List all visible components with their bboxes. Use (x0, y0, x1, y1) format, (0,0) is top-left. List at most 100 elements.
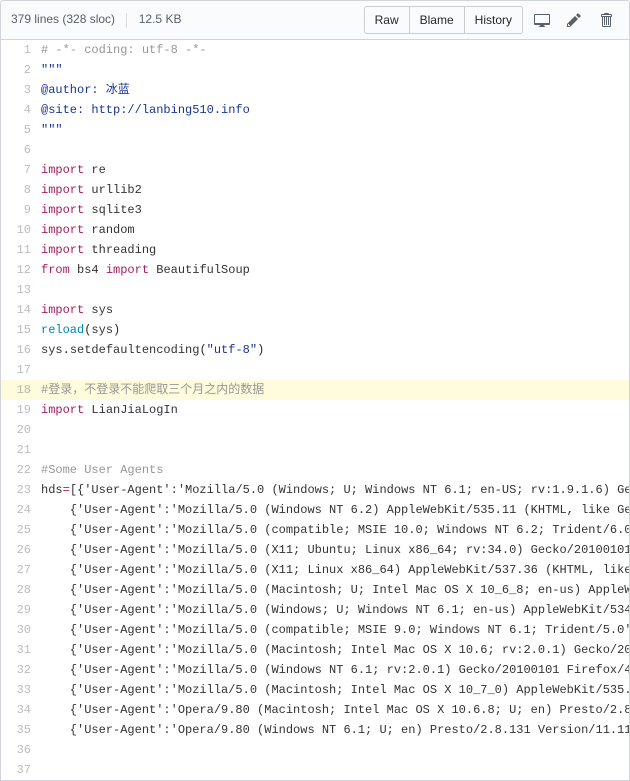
line-number[interactable]: 11 (1, 240, 41, 260)
code-row: 27 {'User-Agent':'Mozilla/5.0 (X11; Linu… (1, 560, 630, 580)
code-row: 30 {'User-Agent':'Mozilla/5.0 (compatibl… (1, 620, 630, 640)
line-number[interactable]: 35 (1, 720, 41, 740)
code-line[interactable]: hds=[{'User-Agent':'Mozilla/5.0 (Windows… (41, 480, 630, 500)
line-number[interactable]: 31 (1, 640, 41, 660)
line-number[interactable]: 1 (1, 40, 41, 60)
code-line[interactable]: import random (41, 220, 630, 240)
line-number[interactable]: 9 (1, 200, 41, 220)
line-number[interactable]: 16 (1, 340, 41, 360)
line-number[interactable]: 28 (1, 580, 41, 600)
line-number[interactable]: 18 (1, 380, 41, 400)
line-number[interactable]: 13 (1, 280, 41, 300)
line-number[interactable]: 21 (1, 440, 41, 460)
code-line[interactable]: {'User-Agent':'Opera/9.80 (Windows NT 6.… (41, 720, 630, 740)
line-number[interactable]: 32 (1, 660, 41, 680)
code-line[interactable]: {'User-Agent':'Mozilla/5.0 (X11; Ubuntu;… (41, 540, 630, 560)
line-number[interactable]: 10 (1, 220, 41, 240)
pencil-icon[interactable] (561, 7, 587, 33)
code-line[interactable]: reload(sys) (41, 320, 630, 340)
code-row: 37 (1, 760, 630, 780)
code-row: 5""" (1, 120, 630, 140)
code-line[interactable] (41, 760, 630, 780)
line-number[interactable]: 8 (1, 180, 41, 200)
line-number[interactable]: 37 (1, 760, 41, 780)
code-row: 36 (1, 740, 630, 760)
line-number[interactable]: 24 (1, 500, 41, 520)
code-line[interactable]: import urllib2 (41, 180, 630, 200)
code-row: 22#Some User Agents (1, 460, 630, 480)
code-line[interactable]: {'User-Agent':'Mozilla/5.0 (Macintosh; I… (41, 640, 630, 660)
code-line[interactable]: import sqlite3 (41, 200, 630, 220)
code-line[interactable] (41, 440, 630, 460)
code-line[interactable]: #Some User Agents (41, 460, 630, 480)
code-line[interactable]: import threading (41, 240, 630, 260)
line-number[interactable]: 33 (1, 680, 41, 700)
code-row: 2""" (1, 60, 630, 80)
code-row: 1# -*- coding: utf-8 -*- (1, 40, 630, 60)
file-actions: Raw Blame History (364, 6, 619, 34)
code-row: 26 {'User-Agent':'Mozilla/5.0 (X11; Ubun… (1, 540, 630, 560)
code-line[interactable]: {'User-Agent':'Mozilla/5.0 (compatible; … (41, 620, 630, 640)
code-area: 1# -*- coding: utf-8 -*-2"""3@author: 冰蓝… (0, 40, 630, 781)
desktop-icon[interactable] (529, 7, 555, 33)
line-number[interactable]: 34 (1, 700, 41, 720)
line-number[interactable]: 27 (1, 560, 41, 580)
code-line[interactable]: import sys (41, 300, 630, 320)
line-number[interactable]: 25 (1, 520, 41, 540)
code-line[interactable]: # -*- coding: utf-8 -*- (41, 40, 630, 60)
history-button[interactable]: History (464, 6, 523, 34)
code-line[interactable]: {'User-Agent':'Mozilla/5.0 (Macintosh; I… (41, 680, 630, 700)
code-line[interactable] (41, 740, 630, 760)
trash-icon[interactable] (593, 7, 619, 33)
code-line[interactable]: import LianJiaLogIn (41, 400, 630, 420)
line-count: 379 lines (328 sloc) (11, 12, 115, 26)
blame-button[interactable]: Blame (410, 6, 464, 34)
code-line[interactable]: {'User-Agent':'Mozilla/5.0 (Windows NT 6… (41, 660, 630, 680)
line-number[interactable]: 19 (1, 400, 41, 420)
code-line[interactable] (41, 420, 630, 440)
code-row: 13 (1, 280, 630, 300)
raw-button[interactable]: Raw (364, 6, 410, 34)
line-number[interactable]: 6 (1, 140, 41, 160)
line-number[interactable]: 26 (1, 540, 41, 560)
line-number[interactable]: 14 (1, 300, 41, 320)
line-number[interactable]: 15 (1, 320, 41, 340)
code-row: 11import threading (1, 240, 630, 260)
line-number[interactable]: 5 (1, 120, 41, 140)
code-row: 21 (1, 440, 630, 460)
code-line[interactable] (41, 280, 630, 300)
code-row: 17 (1, 360, 630, 380)
code-line[interactable]: {'User-Agent':'Mozilla/5.0 (Windows NT 6… (41, 500, 630, 520)
code-line[interactable]: #登录，不登录不能爬取三个月之内的数据 (41, 380, 630, 400)
code-line[interactable]: """ (41, 120, 630, 140)
line-number[interactable]: 17 (1, 360, 41, 380)
line-number[interactable]: 12 (1, 260, 41, 280)
line-number[interactable]: 3 (1, 80, 41, 100)
line-number[interactable]: 30 (1, 620, 41, 640)
code-line[interactable] (41, 140, 630, 160)
code-line[interactable]: from bs4 import BeautifulSoup (41, 260, 630, 280)
line-number[interactable]: 20 (1, 420, 41, 440)
line-number[interactable]: 29 (1, 600, 41, 620)
line-number[interactable]: 36 (1, 740, 41, 760)
line-number[interactable]: 4 (1, 100, 41, 120)
code-row: 20 (1, 420, 630, 440)
code-row: 7import re (1, 160, 630, 180)
code-line[interactable] (41, 360, 630, 380)
code-line[interactable]: {'User-Agent':'Mozilla/5.0 (Macintosh; U… (41, 580, 630, 600)
code-line[interactable]: import re (41, 160, 630, 180)
line-number[interactable]: 23 (1, 480, 41, 500)
code-line[interactable]: {'User-Agent':'Mozilla/5.0 (X11; Linux x… (41, 560, 630, 580)
code-line[interactable]: @site: http://lanbing510.info (41, 100, 630, 120)
line-number[interactable]: 2 (1, 60, 41, 80)
code-line[interactable]: {'User-Agent':'Mozilla/5.0 (compatible; … (41, 520, 630, 540)
code-row: 19import LianJiaLogIn (1, 400, 630, 420)
code-line[interactable]: @author: 冰蓝 (41, 80, 630, 100)
code-line[interactable]: {'User-Agent':'Opera/9.80 (Macintosh; In… (41, 700, 630, 720)
code-line[interactable]: {'User-Agent':'Mozilla/5.0 (Windows; U; … (41, 600, 630, 620)
code-row: 25 {'User-Agent':'Mozilla/5.0 (compatibl… (1, 520, 630, 540)
code-line[interactable]: """ (41, 60, 630, 80)
code-line[interactable]: sys.setdefaultencoding("utf-8") (41, 340, 630, 360)
line-number[interactable]: 7 (1, 160, 41, 180)
line-number[interactable]: 22 (1, 460, 41, 480)
